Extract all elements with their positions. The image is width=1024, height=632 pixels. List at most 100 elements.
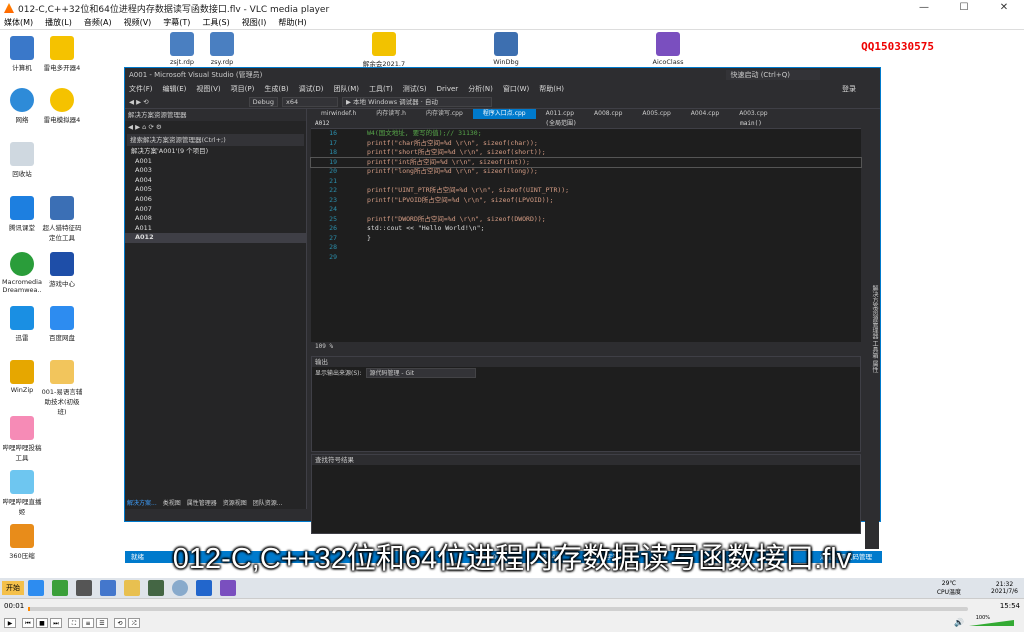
vs-title-bar: A001 - Microsoft Visual Studio (管理员) 快速启… — [125, 68, 880, 82]
project-item-selected[interactable]: A012 — [125, 233, 306, 243]
code-line: 21 — [329, 176, 337, 185]
taskbar-edge-icon[interactable] — [172, 580, 188, 596]
seek-bar[interactable] — [28, 607, 968, 611]
random-icon[interactable]: ⤮ — [128, 618, 140, 628]
vs-menu-help[interactable]: 帮助(H) — [539, 84, 564, 94]
maximize-button[interactable]: ☐ — [944, 0, 984, 16]
tab-solution[interactable]: 解决方案... — [127, 498, 157, 507]
visual-studio-window: A001 - Microsoft Visual Studio (管理员) 快速启… — [124, 67, 882, 563]
stop-icon[interactable]: ■ — [36, 618, 48, 628]
menu-audio[interactable]: 音频(A) — [84, 16, 112, 29]
desktop-icon-signature-tool: 超人猎特征码定位工具 — [40, 196, 84, 242]
code-line: 24 — [329, 205, 337, 213]
extended-settings-icon[interactable]: ≡ — [82, 618, 94, 628]
vs-menu-build[interactable]: 生成(B) — [264, 84, 288, 94]
quick-launch-input[interactable]: 快速启动 (Ctrl+Q) — [726, 70, 820, 80]
taskbar-chart-icon[interactable] — [52, 580, 68, 596]
prev-icon[interactable]: ⏮ — [22, 618, 34, 628]
vs-login[interactable]: 登录 — [842, 84, 856, 94]
system-clock[interactable]: 21:32 2021/7/6 — [991, 581, 1018, 595]
taskbar-app-icon[interactable] — [148, 580, 164, 596]
start-debug-button[interactable]: ▶ 本地 Windows 调试器 · 自动 — [341, 96, 492, 107]
vs-menu-analyze[interactable]: 分析(N) — [468, 84, 493, 94]
vlc-cone-icon — [4, 3, 14, 13]
menu-playback[interactable]: 播放(L) — [45, 16, 72, 29]
project-item[interactable]: A005 — [125, 185, 306, 195]
desktop-icon-bilibili-upload: 哔哩哔哩投稿工具 — [0, 416, 44, 462]
tab-file[interactable]: A005.cpp — [632, 109, 680, 119]
solution-search-input[interactable]: 搜索解决方案资源管理器(Ctrl+;) — [127, 134, 304, 146]
taskbar-folder-icon[interactable] — [124, 580, 140, 596]
taskbar-vs-icon[interactable] — [220, 580, 236, 596]
project-item[interactable]: A011 — [125, 224, 306, 234]
vs-menu-team[interactable]: 团队(M) — [333, 84, 359, 94]
code-line: 17 printf("char所占空间=%d \r\n", sizeof(char… — [329, 138, 538, 147]
tab-file[interactable]: A003.cpp — [729, 109, 777, 119]
tab-file[interactable]: A004.cpp — [681, 109, 729, 119]
taskbar-gear-icon[interactable] — [76, 580, 92, 596]
tab-property-manager[interactable]: 属性管理器 — [187, 498, 217, 507]
windows-taskbar: 开始 29℃ CPU温度 21:32 2021/7/6 — [0, 578, 1024, 598]
taskbar-baidu-icon[interactable] — [28, 580, 44, 596]
taskbar-window-icon[interactable] — [100, 580, 116, 596]
loop-icon[interactable]: ⟲ — [114, 618, 126, 628]
tab-file[interactable]: 内存读写.h — [366, 109, 416, 119]
tab-file[interactable]: A011.cpp — [536, 109, 584, 119]
menu-view[interactable]: 视图(I) — [242, 16, 267, 29]
menu-tools[interactable]: 工具(S) — [202, 16, 229, 29]
nav-project[interactable]: A012 — [311, 119, 461, 128]
right-side-tabs[interactable]: 解决方案资源管理器 工具箱 属性 — [865, 109, 879, 549]
tab-file[interactable]: A008.cpp — [584, 109, 632, 119]
minimize-button[interactable]: — — [904, 0, 944, 16]
vs-menu-view[interactable]: 视图(V) — [196, 84, 220, 94]
tab-class-view[interactable]: 类视图 — [163, 498, 181, 507]
config-select[interactable]: Debug — [248, 96, 278, 107]
tab-file[interactable]: mirwindef.h — [311, 109, 366, 119]
next-icon[interactable]: ⏭ — [50, 618, 62, 628]
volume-icon[interactable]: 🔊 — [954, 618, 964, 627]
menu-video[interactable]: 视频(V) — [124, 16, 152, 29]
code-line: 22 printf("UINT_PTR所占空间=%d \r\n", sizeof(… — [329, 186, 570, 194]
tab-file-active[interactable]: 程序入口点.cpp — [472, 109, 536, 119]
desktop-icon-bilibili-live: 哔哩哔哩直播姬 — [0, 470, 44, 516]
vs-menu-debug[interactable]: 调试(D) — [299, 84, 324, 94]
vlc-controls: 00:01 15:54 ▶ ⏮ ■ ⏭ ⛶ ≡ ☰ ⟲ ⤮ 🔊 100% — [0, 598, 1024, 632]
taskbar-chart2-icon[interactable] — [196, 580, 212, 596]
project-item[interactable]: A007 — [125, 205, 306, 215]
tab-team[interactable]: 团队资源... — [253, 498, 283, 507]
project-item[interactable]: A008 — [125, 214, 306, 224]
nav-scope[interactable]: (全局范围) — [461, 119, 661, 128]
menu-help[interactable]: 帮助(H) — [278, 16, 306, 29]
vs-menu-file[interactable]: 文件(F) — [129, 84, 153, 94]
project-item[interactable]: A006 — [125, 195, 306, 205]
vs-menu-edit[interactable]: 编辑(E) — [163, 84, 187, 94]
vs-menu-test[interactable]: 测试(S) — [403, 84, 427, 94]
nav-function[interactable]: main() — [661, 119, 841, 128]
output-source-select[interactable]: 源代码管理 - Git — [365, 367, 476, 378]
project-item[interactable]: A003 — [125, 166, 306, 176]
zoom-level[interactable]: 109 % — [311, 342, 861, 352]
vs-menu-window[interactable]: 窗口(W) — [503, 84, 529, 94]
toolbar-nav-icons[interactable]: ◀ ▶ ⟲ — [129, 98, 149, 106]
play-icon[interactable]: ▶ — [4, 618, 16, 628]
menu-subtitle[interactable]: 字幕(T) — [163, 16, 190, 29]
start-button[interactable]: 开始 — [2, 581, 24, 595]
menu-media[interactable]: 媒体(M) — [4, 16, 33, 29]
desktop-icon-game-center: 游戏中心 — [40, 252, 84, 288]
project-item[interactable]: A001 — [125, 157, 306, 167]
cpu-temp: 29℃ CPU温度 — [936, 580, 962, 596]
tab-file[interactable]: 内存读写.cpp — [416, 109, 473, 119]
solution-root[interactable]: 解决方案'A001'(9 个项目) — [125, 147, 306, 157]
vs-menu-driver[interactable]: Driver — [437, 85, 459, 93]
code-editor[interactable]: mirwindef.h 内存读写.h 内存读写.cpp 程序入口点.cpp A0… — [310, 109, 862, 352]
tab-resource-view[interactable]: 资源视图 — [223, 498, 247, 507]
close-button[interactable]: ✕ — [984, 0, 1024, 16]
fullscreen-icon[interactable]: ⛶ — [68, 618, 80, 628]
project-item[interactable]: A004 — [125, 176, 306, 186]
vs-menu-project[interactable]: 项目(P) — [231, 84, 255, 94]
solution-toolbar[interactable]: ◀ ▶ ⌂ ⟳ ⚙ — [125, 121, 306, 133]
playlist-icon[interactable]: ☰ — [96, 618, 108, 628]
video-frame[interactable]: 计算机 雷电多开器4 网络 雷电模拟器4 回收站 腾讯课堂 超人猎特征码定位工具… — [0, 30, 1024, 598]
platform-select[interactable]: x64 — [281, 96, 338, 107]
vs-menu-tools[interactable]: 工具(T) — [369, 84, 393, 94]
